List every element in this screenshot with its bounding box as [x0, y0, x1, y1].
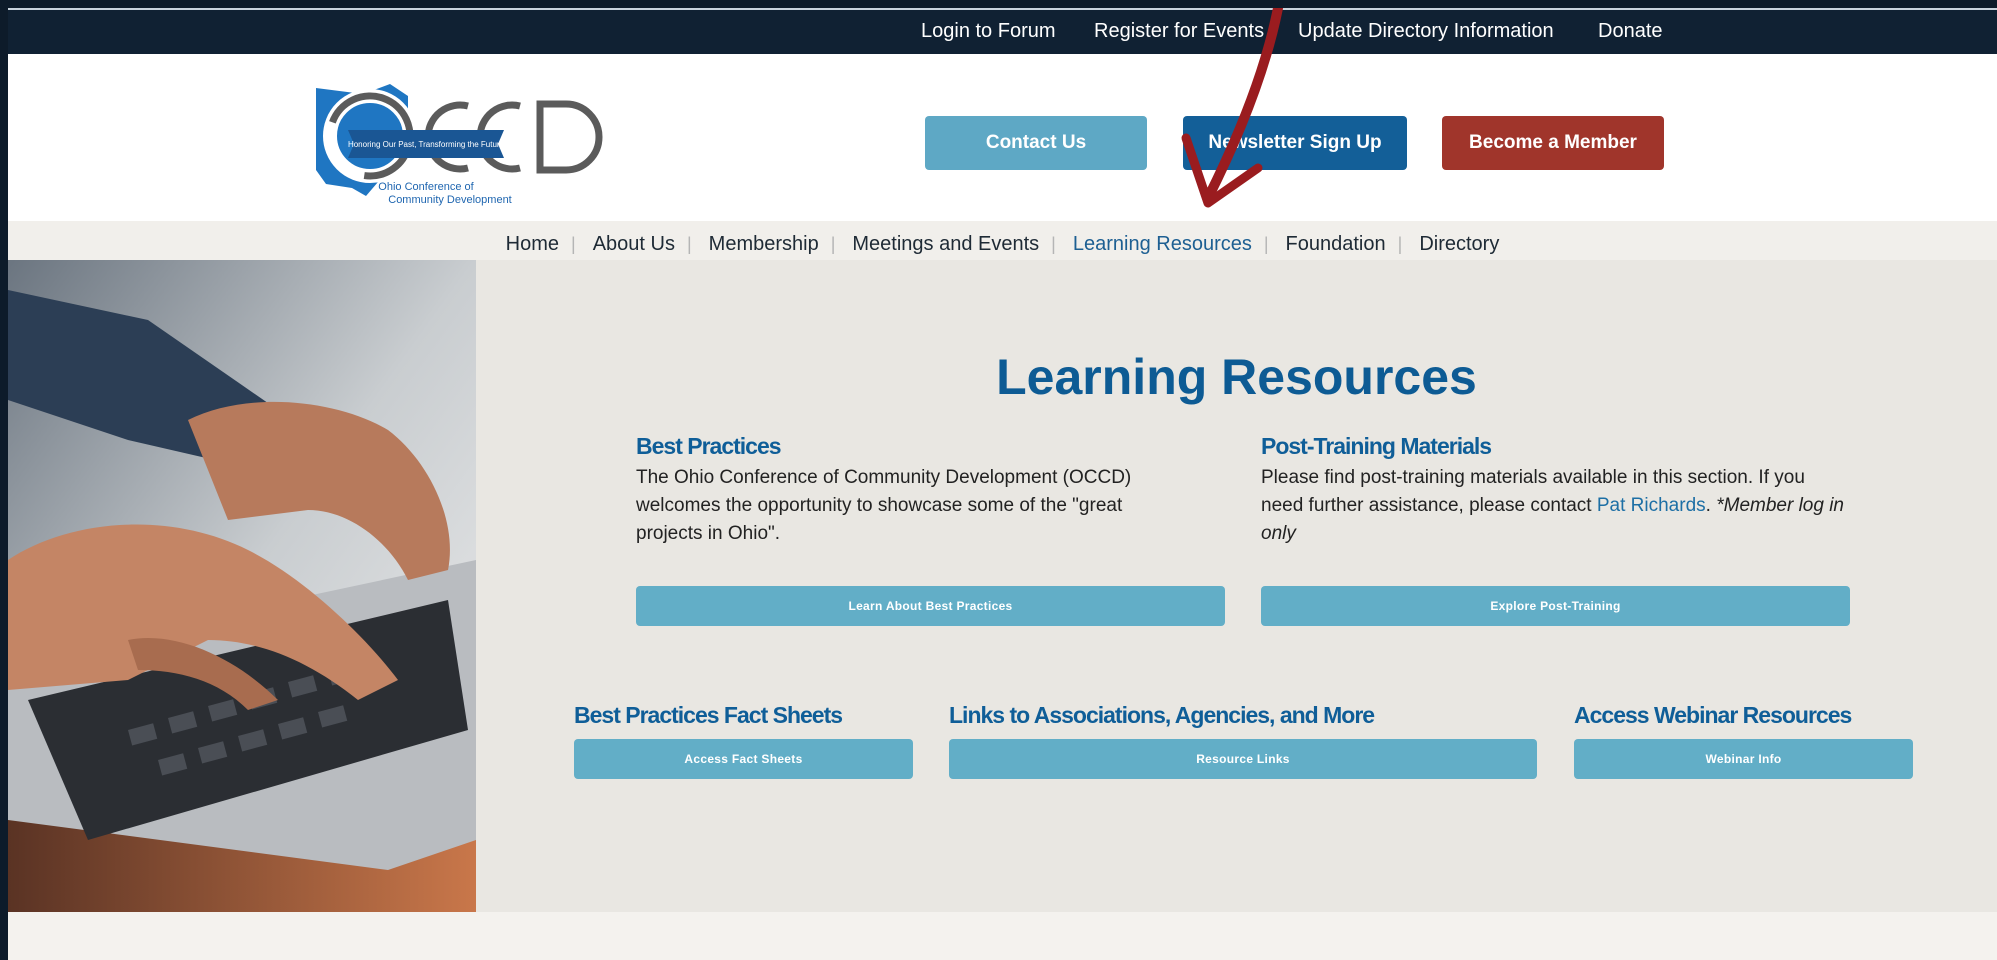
best-practices-text: The Ohio Conference of Community Develop…: [636, 467, 1132, 544]
nav-foundation[interactable]: Foundation: [1286, 233, 1386, 256]
post-training-text-part: .: [1705, 495, 1717, 516]
browser-viewport: Login to Forum Register for Events Updat…: [8, 8, 1997, 960]
nav-separator: |: [571, 233, 576, 254]
nav-separator: |: [1051, 233, 1056, 254]
logo-banner-text: Honoring Our Past, Transforming the Futu…: [348, 140, 505, 149]
webinar-heading: Access Webinar Resources: [1574, 702, 1852, 728]
nav-membership[interactable]: Membership: [709, 233, 819, 256]
newsletter-signup-button[interactable]: Newsletter Sign Up: [1183, 116, 1407, 170]
nav-separator: |: [1397, 233, 1403, 254]
utility-bar: Login to Forum Register for Events Updat…: [8, 8, 1997, 56]
login-forum-link[interactable]: Login to Forum: [921, 20, 1056, 43]
resource-links-button[interactable]: Resource Links: [949, 739, 1537, 779]
hero-laptop-photo: [8, 260, 476, 912]
register-events-link[interactable]: Register for Events: [1094, 20, 1264, 43]
site-header: Honoring Our Past, Transforming the Futu…: [8, 54, 1997, 221]
fact-sheets-heading: Best Practices Fact Sheets: [574, 702, 843, 728]
access-fact-sheets-button[interactable]: Access Fact Sheets: [574, 739, 913, 779]
post-training-text: Please find post-training materials avai…: [1261, 464, 1851, 548]
donate-link[interactable]: Donate: [1598, 20, 1663, 43]
learn-best-practices-button[interactable]: Learn About Best Practices: [636, 586, 1225, 626]
logo-tagline-1: Ohio Conference of: [378, 181, 474, 193]
become-member-button[interactable]: Become a Member: [1442, 116, 1664, 170]
logo-tagline-2: Community Development: [388, 194, 512, 206]
contact-us-button[interactable]: Contact Us: [925, 116, 1147, 170]
nav-separator: |: [686, 233, 692, 254]
update-directory-link[interactable]: Update Directory Information: [1298, 20, 1554, 43]
nav-home[interactable]: Home: [506, 233, 559, 256]
learning-resources-section: Learning Resources Best Practices The Oh…: [8, 260, 1997, 912]
nav-learning-resources[interactable]: Learning Resources: [1073, 233, 1252, 256]
nav-separator: |: [830, 233, 836, 254]
post-training-heading: Post-Training Materials: [1261, 433, 1492, 459]
nav-about-us[interactable]: About Us: [593, 233, 675, 256]
explore-post-training-button[interactable]: Explore Post-Training: [1261, 586, 1850, 626]
pat-richards-link[interactable]: Pat Richards: [1597, 495, 1706, 516]
resource-links-heading: Links to Associations, Agencies, and Mor…: [949, 702, 1375, 728]
occd-logo[interactable]: Honoring Our Past, Transforming the Futu…: [308, 78, 608, 208]
nav-directory[interactable]: Directory: [1419, 233, 1499, 256]
best-practices-heading: Best Practices: [636, 433, 782, 459]
page-title: Learning Resources: [996, 349, 1477, 405]
webinar-info-button[interactable]: Webinar Info: [1574, 739, 1913, 779]
nav-meetings-events[interactable]: Meetings and Events: [852, 233, 1039, 256]
nav-separator: |: [1263, 233, 1269, 254]
